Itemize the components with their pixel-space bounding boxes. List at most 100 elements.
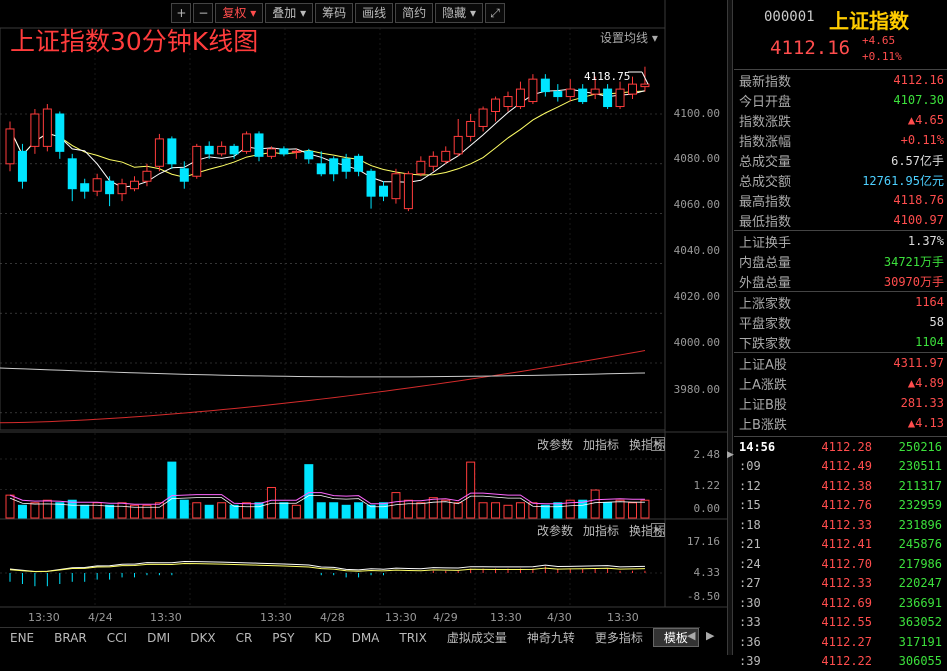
close-macd-panel-icon[interactable]: × [651,523,665,537]
close-volume-panel-icon[interactable]: × [651,437,665,451]
indicator-tab[interactable]: DMA [342,631,390,645]
indicator-tab[interactable]: KD [304,631,341,645]
candle-up [118,184,126,194]
quote-value: 1104 [915,335,944,349]
volume-bar [604,503,612,518]
expand-icon[interactable]: ⤢ [485,3,505,23]
indicator-tab[interactable]: ENE [0,631,44,645]
tick-row: :304112.69236691 [734,593,947,613]
huaxian-button[interactable]: 画线 [355,3,393,23]
indicator-tab[interactable]: 更多指标 [585,629,653,646]
quote-header: 000001 上证指数 4112.16 +4.65 +0.11% [734,0,947,70]
volume-axis-label: 2.48 [672,448,720,461]
quote-label: 最低指数 [739,211,791,230]
chart-area[interactable]: + − 复权 ▾ 叠加 ▾ 筹码 画线 简约 隐藏 ▾ ⤢ 上证指数30分钟K线… [0,0,727,655]
quote-label: 上涨家数 [739,293,791,312]
volume-bar [417,503,425,518]
modify-params-button[interactable]: 改参数 [537,436,573,453]
tick-price: 4112.38 [792,479,872,493]
candle-down [541,79,549,91]
candle-up [479,109,487,126]
chouma-button[interactable]: 筹码 [315,3,353,23]
tick-row: 14:564112.28250216 [734,437,947,457]
tick-time: :18 [734,518,792,532]
volume-bar [255,503,263,518]
ma-long-white-line [0,368,645,377]
volume-bar [106,505,114,518]
ma10-line [10,91,645,177]
quote-label: 内盘总量 [739,252,791,271]
quote-label: 指数涨跌 [739,111,791,130]
tick-volume: 236691 [872,596,942,610]
indicator-tab[interactable]: TRIX [389,631,436,645]
indicator-tab[interactable]: 虚拟成交量 [437,629,517,646]
indicator-tab[interactable]: 神奇九转 [517,629,585,646]
volume-bar [404,500,412,518]
tick-price: 4112.33 [792,576,872,590]
indicator-tab[interactable]: BRAR [44,631,97,645]
candle-up [292,151,300,152]
candle-down [604,89,612,106]
indicator-tab[interactable]: DMI [137,631,180,645]
quote-label: 总成交额 [739,171,791,190]
diejia-dropdown[interactable]: 叠加 ▾ [265,3,313,23]
date-axis-label: 4/29 [433,611,458,624]
indicator-tab[interactable]: CCI [97,631,137,645]
macd-axis-label: -8.50 [672,590,720,603]
fuquan-dropdown[interactable]: 复权 ▾ [215,3,263,23]
zoom-out-button[interactable]: − [193,3,213,23]
candle-down [230,146,238,153]
candle-up [31,114,39,146]
quote-row: 上A涨跌▲4.89 [734,373,947,393]
tick-row: :124112.38211317 [734,476,947,496]
last-price-label: 4118.75 [584,70,630,83]
candle-down [81,184,89,191]
candle-up [516,89,524,106]
add-indicator-button[interactable]: 加指标 [583,522,619,539]
candle-down [579,89,587,101]
set-ma-button[interactable]: 设置均线 ▾ [600,29,658,46]
scroll-right-icon[interactable]: ▶ [706,629,714,642]
tick-row: :184112.33231896 [734,515,947,535]
candle-up [467,121,475,136]
volume-bar [280,503,288,518]
tick-price: 4112.28 [792,440,872,454]
quote-value: ▲4.89 [908,376,944,390]
indicator-tab[interactable]: CR [226,631,263,645]
quote-value: 4311.97 [893,356,944,370]
volume-bar [479,503,487,518]
tick-row: :364112.27317191 [734,632,947,652]
collapse-panel-icon[interactable]: ▶ [727,450,733,460]
date-axis-label: 13:30 [28,611,60,624]
stock-code: 000001 [764,9,815,25]
quote-value: 34721万手 [884,253,944,270]
quote-row: 指数涨幅+0.11% [734,130,947,150]
jianjie-button[interactable]: 简约 [395,3,433,23]
tick-time: :15 [734,498,792,512]
date-axis-label: 13:30 [150,611,182,624]
scroll-left-icon[interactable]: ◀ [687,629,695,642]
indicator-tab[interactable]: DKX [180,631,225,645]
tick-time: :30 [734,596,792,610]
volume-ma-line [10,493,645,505]
add-indicator-button[interactable]: 加指标 [583,436,619,453]
volume-axis-label: 1.22 [672,479,720,492]
kline-chart[interactable] [0,0,727,655]
panel-splitter[interactable] [727,0,733,655]
modify-params-button[interactable]: 改参数 [537,522,573,539]
indicator-tab[interactable]: PSY [262,631,304,645]
quote-row: 外盘总量30970万手 [734,271,947,291]
yincang-dropdown[interactable]: 隐藏 ▾ [435,3,483,23]
volume-bar [529,503,537,518]
stock-name: 上证指数 [829,5,909,34]
volume-axis-label: 0.00 [672,502,720,515]
quote-row: 上涨家数1164 [734,292,947,312]
zoom-in-button[interactable]: + [171,3,191,23]
quote-label: 上证换手 [739,232,791,251]
candle-up [6,129,14,164]
tick-volume: 231896 [872,518,942,532]
tick-volume: 217986 [872,557,942,571]
volume-bar [355,503,363,518]
quote-label: 今日开盘 [739,91,791,110]
ma5-line [10,89,645,187]
